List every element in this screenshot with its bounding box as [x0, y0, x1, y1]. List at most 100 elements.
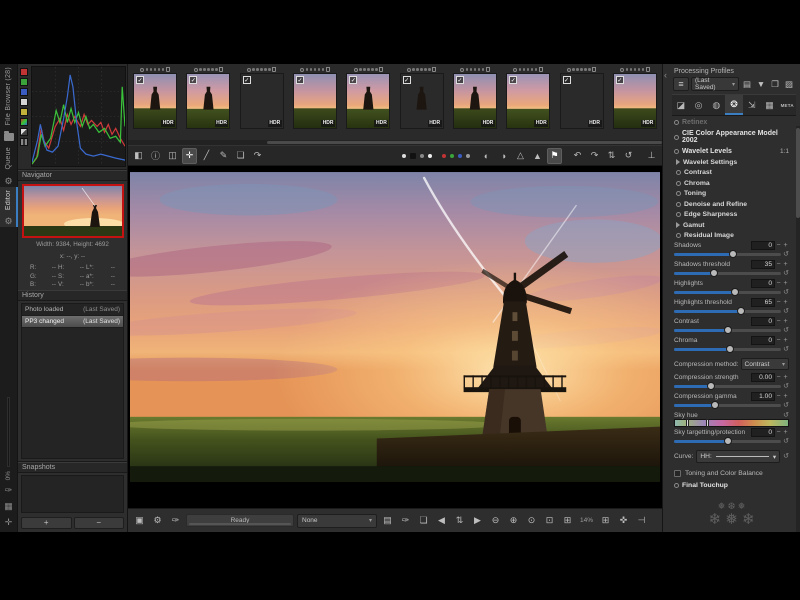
reset-icon[interactable]: ↺: [783, 402, 789, 409]
check-badge[interactable]: ✓: [509, 76, 517, 84]
straighten-tool-icon[interactable]: ╱: [199, 148, 214, 164]
section-denoise[interactable]: Denoise and Refine: [672, 198, 791, 209]
section-residual-image[interactable]: Residual Image: [672, 230, 791, 241]
histogram-blue-toggle[interactable]: [20, 88, 28, 96]
slider-value[interactable]: 1.00: [751, 392, 775, 401]
tab-editor[interactable]: Editor ⚙: [0, 187, 18, 227]
curve-type-select[interactable]: HH: ▾: [696, 450, 780, 463]
tab-queue[interactable]: Queue: [5, 144, 12, 175]
histogram-green-toggle[interactable]: [20, 78, 28, 86]
snapshots-list[interactable]: [21, 475, 124, 513]
tab-transform[interactable]: ⇲: [743, 95, 761, 115]
slider-track[interactable]: [674, 404, 781, 407]
section-final-touchup[interactable]: Final Touchup: [672, 479, 791, 490]
check-badge[interactable]: ✓: [349, 76, 357, 84]
check-badge[interactable]: ✓: [403, 76, 411, 84]
hide-panel-icon[interactable]: ◧: [131, 148, 146, 164]
decrement-button[interactable]: −: [775, 241, 782, 250]
filmstrip-thumb[interactable]: ✓HDR: [129, 66, 181, 140]
red-channel-dot[interactable]: [442, 154, 446, 158]
decrement-button[interactable]: −: [775, 317, 782, 326]
dock-panel-icon[interactable]: ⊣: [634, 513, 649, 529]
slider-track[interactable]: [674, 440, 781, 443]
section-wavelet-settings[interactable]: Wavelet Settings: [672, 156, 791, 167]
flip-vertical-icon[interactable]: ⇅: [604, 148, 619, 164]
sky-hue-gradient-slider[interactable]: [674, 419, 789, 427]
slider-track[interactable]: [674, 272, 781, 275]
decrement-button[interactable]: −: [775, 298, 782, 307]
section-contrast[interactable]: Contrast: [672, 167, 791, 178]
sharpen-mask-icon[interactable]: ▲: [530, 148, 545, 164]
bg-light-swatch[interactable]: [428, 154, 432, 158]
crop-tool-icon[interactable]: ❏: [233, 148, 248, 164]
profile-quick-select[interactable]: None▾: [297, 514, 377, 528]
decrement-button[interactable]: −: [775, 260, 782, 269]
slider-track[interactable]: [674, 329, 781, 332]
filmstrip-thumb[interactable]: ✓HDR: [236, 66, 288, 140]
increment-button[interactable]: +: [782, 260, 789, 269]
fill-profile-icon[interactable]: ✑: [398, 513, 413, 529]
filmstrip-thumb[interactable]: ✓HDR: [395, 66, 447, 140]
check-badge[interactable]: ✓: [456, 76, 464, 84]
check-badge[interactable]: ✓: [296, 76, 304, 84]
put-in-queue-icon[interactable]: ✑: [168, 513, 183, 529]
remove-snapshot-button[interactable]: −: [74, 517, 125, 529]
check-badge[interactable]: ✓: [189, 76, 197, 84]
partial-profile-icon[interactable]: ❏: [416, 513, 431, 529]
slider-value[interactable]: 65: [751, 298, 775, 307]
tool-retinex[interactable]: Retinex: [672, 116, 791, 127]
reset-icon[interactable]: ↺: [783, 289, 789, 296]
color-picker-icon[interactable]: ✑: [5, 484, 13, 496]
reset-icon[interactable]: ↺: [783, 251, 789, 258]
hue-handle[interactable]: [686, 419, 689, 427]
tab-file-browser[interactable]: File Browser (28): [5, 64, 12, 130]
zoom-fit-crop-icon[interactable]: ⊡: [542, 513, 557, 529]
slider-value[interactable]: 0: [751, 241, 775, 250]
decrement-button[interactable]: −: [775, 279, 782, 288]
section-edge-sharpness[interactable]: Edge Sharpness: [672, 209, 791, 220]
decrement-button[interactable]: −: [775, 428, 782, 437]
copy-profile-icon[interactable]: ❐: [769, 78, 781, 91]
color-picker-tool-icon[interactable]: ✎: [216, 148, 231, 164]
filmstrip-thumb[interactable]: ✓HDR: [182, 66, 234, 140]
decrement-button[interactable]: −: [775, 373, 782, 382]
save-image-icon[interactable]: ▣: [132, 513, 147, 529]
zoom-out-icon[interactable]: ⊖: [488, 513, 503, 529]
paste-profile-icon[interactable]: ▨: [783, 78, 795, 91]
section-chroma[interactable]: Chroma: [672, 177, 791, 188]
histogram-mode-toggle[interactable]: [20, 128, 28, 136]
tab-exposure[interactable]: ◪: [672, 95, 690, 115]
histogram-chroma-toggle[interactable]: [20, 118, 28, 126]
increment-button[interactable]: +: [782, 428, 789, 437]
slider-track[interactable]: [674, 348, 781, 351]
load-profile-icon[interactable]: ▤: [741, 78, 753, 91]
filmstrip-thumb[interactable]: ✓HDR: [555, 66, 607, 140]
compression-method-select[interactable]: Contrast ▾: [741, 358, 789, 370]
rotate-tool-icon[interactable]: ↷: [250, 148, 265, 164]
filmstrip-thumb[interactable]: ✓HDR: [342, 66, 394, 140]
add-snapshot-button[interactable]: +: [21, 517, 72, 529]
detail-window-icon[interactable]: ⊞: [598, 513, 613, 529]
profile-select[interactable]: (Last Saved) ▾: [691, 77, 739, 91]
send-to-editor-icon[interactable]: ⚙: [150, 513, 165, 529]
image-canvas[interactable]: [128, 166, 662, 508]
zoom-100-icon[interactable]: ⊞: [560, 513, 575, 529]
slider-value[interactable]: 0.00: [751, 373, 775, 382]
navigator-header[interactable]: Navigator: [18, 170, 127, 181]
check-badge[interactable]: ✓: [243, 76, 251, 84]
reset-icon[interactable]: ↺: [783, 383, 789, 390]
before-after-icon[interactable]: ◫: [165, 148, 180, 164]
increment-button[interactable]: +: [782, 241, 789, 250]
green-channel-dot[interactable]: [450, 154, 454, 158]
decrement-button[interactable]: −: [775, 336, 782, 345]
sort-icon[interactable]: ⇅: [452, 513, 467, 529]
increment-button[interactable]: +: [782, 279, 789, 288]
rotate-cw-icon[interactable]: ↷: [587, 148, 602, 164]
slider-value[interactable]: 35: [751, 260, 775, 269]
check-badge[interactable]: ✓: [136, 76, 144, 84]
slider-track[interactable]: [674, 385, 781, 388]
bg-gray-swatch[interactable]: [420, 154, 424, 158]
slider-value[interactable]: 0: [751, 279, 775, 288]
reset-icon[interactable]: ↺: [783, 270, 789, 277]
slider-track[interactable]: [674, 310, 781, 313]
